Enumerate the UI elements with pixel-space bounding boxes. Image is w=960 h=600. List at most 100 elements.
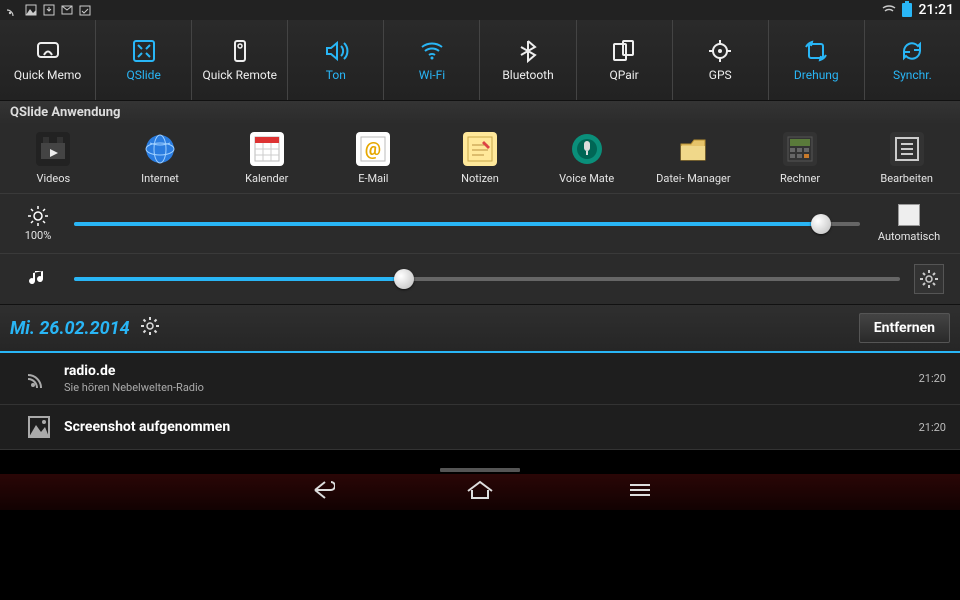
app-icon <box>143 132 177 166</box>
toggle-label: QSlide <box>126 68 160 82</box>
auto-brightness-toggle[interactable]: Automatisch <box>874 204 944 243</box>
status-image-icon <box>24 3 38 17</box>
brightness-percent: 100% <box>25 229 52 242</box>
volume-slider[interactable] <box>74 269 900 289</box>
brightness-icon <box>27 205 49 227</box>
app-label: Kalender <box>245 172 288 185</box>
toggle-label: Wi-Fi <box>419 68 445 82</box>
volume-settings-button[interactable] <box>914 264 944 294</box>
toggle-qslide[interactable]: QSlide <box>96 20 192 100</box>
status-radio-icon <box>6 3 20 17</box>
music-note-icon <box>27 267 49 289</box>
notifications-list: radio.deSie hören Nebelwelten-Radio21:20… <box>0 353 960 450</box>
qslide-app-datei-manager[interactable]: Datei- Manager <box>640 132 747 185</box>
qslide-app-notizen[interactable]: Notizen <box>427 132 534 185</box>
app-icon <box>570 132 604 166</box>
notification-item[interactable]: radio.de Sie hören Nebelwelten-Radio21:20 <box>0 353 960 405</box>
app-icon <box>676 132 710 166</box>
status-download-icon <box>42 3 56 17</box>
volume-row <box>0 253 960 304</box>
status-bar: 21:21 <box>0 0 960 20</box>
toggle-label: Quick Memo <box>14 68 81 82</box>
qslide-app-internet[interactable]: Internet <box>107 132 214 185</box>
toggle-wifi[interactable]: Wi-Fi <box>384 20 480 100</box>
app-label: Videos <box>37 172 71 185</box>
quick-toggles-row: Quick Memo QSlide Quick Remote Ton Wi-Fi Blue… <box>0 20 960 101</box>
toggle-gps[interactable]: GPS <box>673 20 769 100</box>
brightness-label: 100% <box>16 205 60 242</box>
status-check-icon <box>78 3 92 17</box>
app-label: Bearbeiten <box>880 172 933 185</box>
notification-title: radio.de <box>64 363 919 379</box>
toggle-label: Drehung <box>794 68 839 82</box>
navigation-bar <box>0 474 960 510</box>
app-icon <box>783 132 817 166</box>
app-icon <box>250 132 284 166</box>
brightness-slider[interactable] <box>74 214 860 234</box>
qslide-icon <box>131 38 157 64</box>
date-settings-button[interactable] <box>140 316 160 340</box>
remote-icon <box>227 38 253 64</box>
app-label: Notizen <box>461 172 499 185</box>
toggle-bluetooth[interactable]: Bluetooth <box>480 20 576 100</box>
qslide-section-title: QSlide Anwendung <box>0 101 960 124</box>
qslide-app-rechner[interactable]: Rechner <box>747 132 854 185</box>
app-label: Voice Mate <box>559 172 614 185</box>
clear-notifications-button[interactable]: Entfernen <box>859 313 950 343</box>
sync-icon <box>899 38 925 64</box>
sound-icon <box>323 38 349 64</box>
qmemo-icon <box>35 38 61 64</box>
app-icon <box>463 132 497 166</box>
auto-brightness-checkbox[interactable] <box>898 204 920 226</box>
gear-icon <box>920 270 938 288</box>
notification-title: Screenshot aufgenommen <box>64 419 919 435</box>
qslide-app-e-mail[interactable]: @ E-Mail <box>320 132 427 185</box>
qpair-icon <box>611 38 637 64</box>
app-icon <box>890 132 924 166</box>
toggle-label: Quick Remote <box>202 68 277 82</box>
app-label: E-Mail <box>358 172 388 185</box>
toggle-label: GPS <box>709 68 732 82</box>
wifi-icon <box>419 38 445 64</box>
brightness-row: 100% Automatisch <box>0 193 960 253</box>
image-icon <box>14 415 64 439</box>
status-time: 21:21 <box>918 2 954 18</box>
toggle-rotate[interactable]: Drehung <box>769 20 865 100</box>
date-row: Mi. 26.02.2014 Entfernen <box>0 304 960 353</box>
svg-text:@: @ <box>365 139 381 160</box>
toggle-remote[interactable]: Quick Remote <box>192 20 288 100</box>
toggle-label: Bluetooth <box>502 68 553 82</box>
menu-button[interactable] <box>625 479 655 505</box>
bluetooth-icon <box>515 38 541 64</box>
qslide-app-bearbeiten[interactable]: Bearbeiten <box>853 132 960 185</box>
app-label: Rechner <box>780 172 820 185</box>
status-mail-icon <box>60 3 74 17</box>
notification-item[interactable]: Screenshot aufgenommen21:20 <box>0 405 960 450</box>
app-label: Datei- Manager <box>656 172 730 185</box>
auto-brightness-label: Automatisch <box>878 230 940 243</box>
toggle-qpair[interactable]: QPair <box>577 20 673 100</box>
app-icon <box>36 132 70 166</box>
notification-time: 21:20 <box>919 372 946 385</box>
back-button[interactable] <box>305 479 335 505</box>
qslide-app-kalender[interactable]: Kalender <box>213 132 320 185</box>
gps-icon <box>707 38 733 64</box>
qslide-app-voice-mate[interactable]: Voice Mate <box>533 132 640 185</box>
volume-label <box>16 267 60 291</box>
toggle-label: QPair <box>609 68 638 82</box>
toggle-label: Synchr. <box>893 68 932 82</box>
toggle-label: Ton <box>326 68 346 82</box>
battery-icon <box>902 3 912 17</box>
toggle-sync[interactable]: Synchr. <box>865 20 960 100</box>
home-button[interactable] <box>465 479 495 505</box>
gear-icon <box>140 316 160 336</box>
app-icon: @ <box>356 132 390 166</box>
qslide-app-videos[interactable]: Videos <box>0 132 107 185</box>
notification-time: 21:20 <box>919 421 946 434</box>
toggle-sound[interactable]: Ton <box>288 20 384 100</box>
nav-handle[interactable] <box>0 466 960 474</box>
background-gap <box>0 450 960 466</box>
date-text: Mi. 26.02.2014 <box>10 318 130 339</box>
notification-subtitle: Sie hören Nebelwelten-Radio <box>64 381 919 394</box>
toggle-qmemo[interactable]: Quick Memo <box>0 20 96 100</box>
